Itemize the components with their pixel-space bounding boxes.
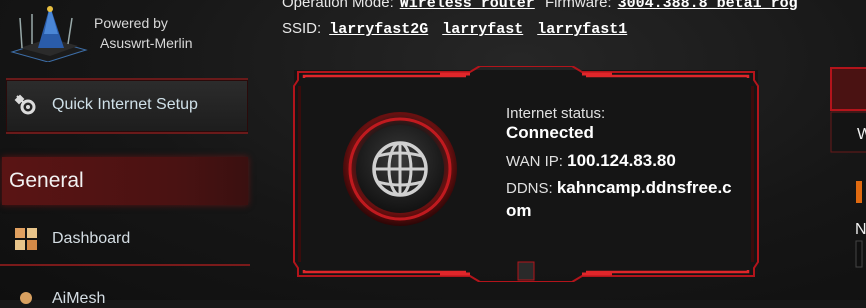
ssid-label: SSID: xyxy=(282,20,322,37)
right-panel-frame xyxy=(830,67,866,268)
dashboard-icon xyxy=(15,228,37,250)
internet-status-label: Internet status: xyxy=(506,105,606,122)
sidebar-item-aimesh[interactable]: AiMesh xyxy=(52,290,105,308)
right-panel-letter-2: N xyxy=(855,221,866,238)
sidebar-item-dashboard[interactable]: Dashboard xyxy=(0,214,250,266)
ddns-label: DDNS: xyxy=(506,180,553,197)
asus-merlin-logo xyxy=(10,6,88,62)
operation-mode-line: Operation Mode: Wireless router Firmware:… xyxy=(282,0,804,12)
powered-line-2: Asuswrt-Merlin xyxy=(100,35,193,51)
quick-internet-setup-button[interactable]: Quick Internet Setup xyxy=(6,78,248,134)
globe-icon[interactable] xyxy=(341,110,459,228)
opmode-link[interactable]: Wireless router xyxy=(400,0,535,12)
right-panel-letter-1: W xyxy=(857,126,866,143)
powered-by-text: Powered by Asuswrt-Merlin xyxy=(94,13,193,53)
powered-line-1: Powered by xyxy=(94,15,168,31)
wan-ip-value: 100.124.83.80 xyxy=(567,151,676,170)
ssid-link-2[interactable]: larryfast xyxy=(442,21,523,38)
wrench-gear-icon xyxy=(14,94,36,115)
section-general: General xyxy=(2,157,248,205)
aimesh-icon xyxy=(20,292,32,304)
ddns-line: DDNS: kahncamp.ddnsfree.com xyxy=(506,177,736,223)
ssid-line: SSID: larryfast2G larryfast larryfast1 xyxy=(282,20,633,38)
internet-status-value: Connected xyxy=(506,123,594,142)
opmode-label: Operation Mode: xyxy=(282,0,394,11)
ssid-link-3[interactable]: larryfast1 xyxy=(537,21,627,38)
wan-ip-label: WAN IP: xyxy=(506,153,563,170)
dashboard-label: Dashboard xyxy=(52,230,131,247)
wan-ip-line: WAN IP: 100.124.83.80 xyxy=(506,151,676,171)
firmware-link[interactable]: 3004.388.8_beta1_rog xyxy=(618,0,798,12)
ssid-link-1[interactable]: larryfast2G xyxy=(329,21,428,38)
section-general-label: General xyxy=(9,169,84,192)
quick-setup-label: Quick Internet Setup xyxy=(52,96,198,113)
firmware-label: Firmware: xyxy=(544,0,612,11)
